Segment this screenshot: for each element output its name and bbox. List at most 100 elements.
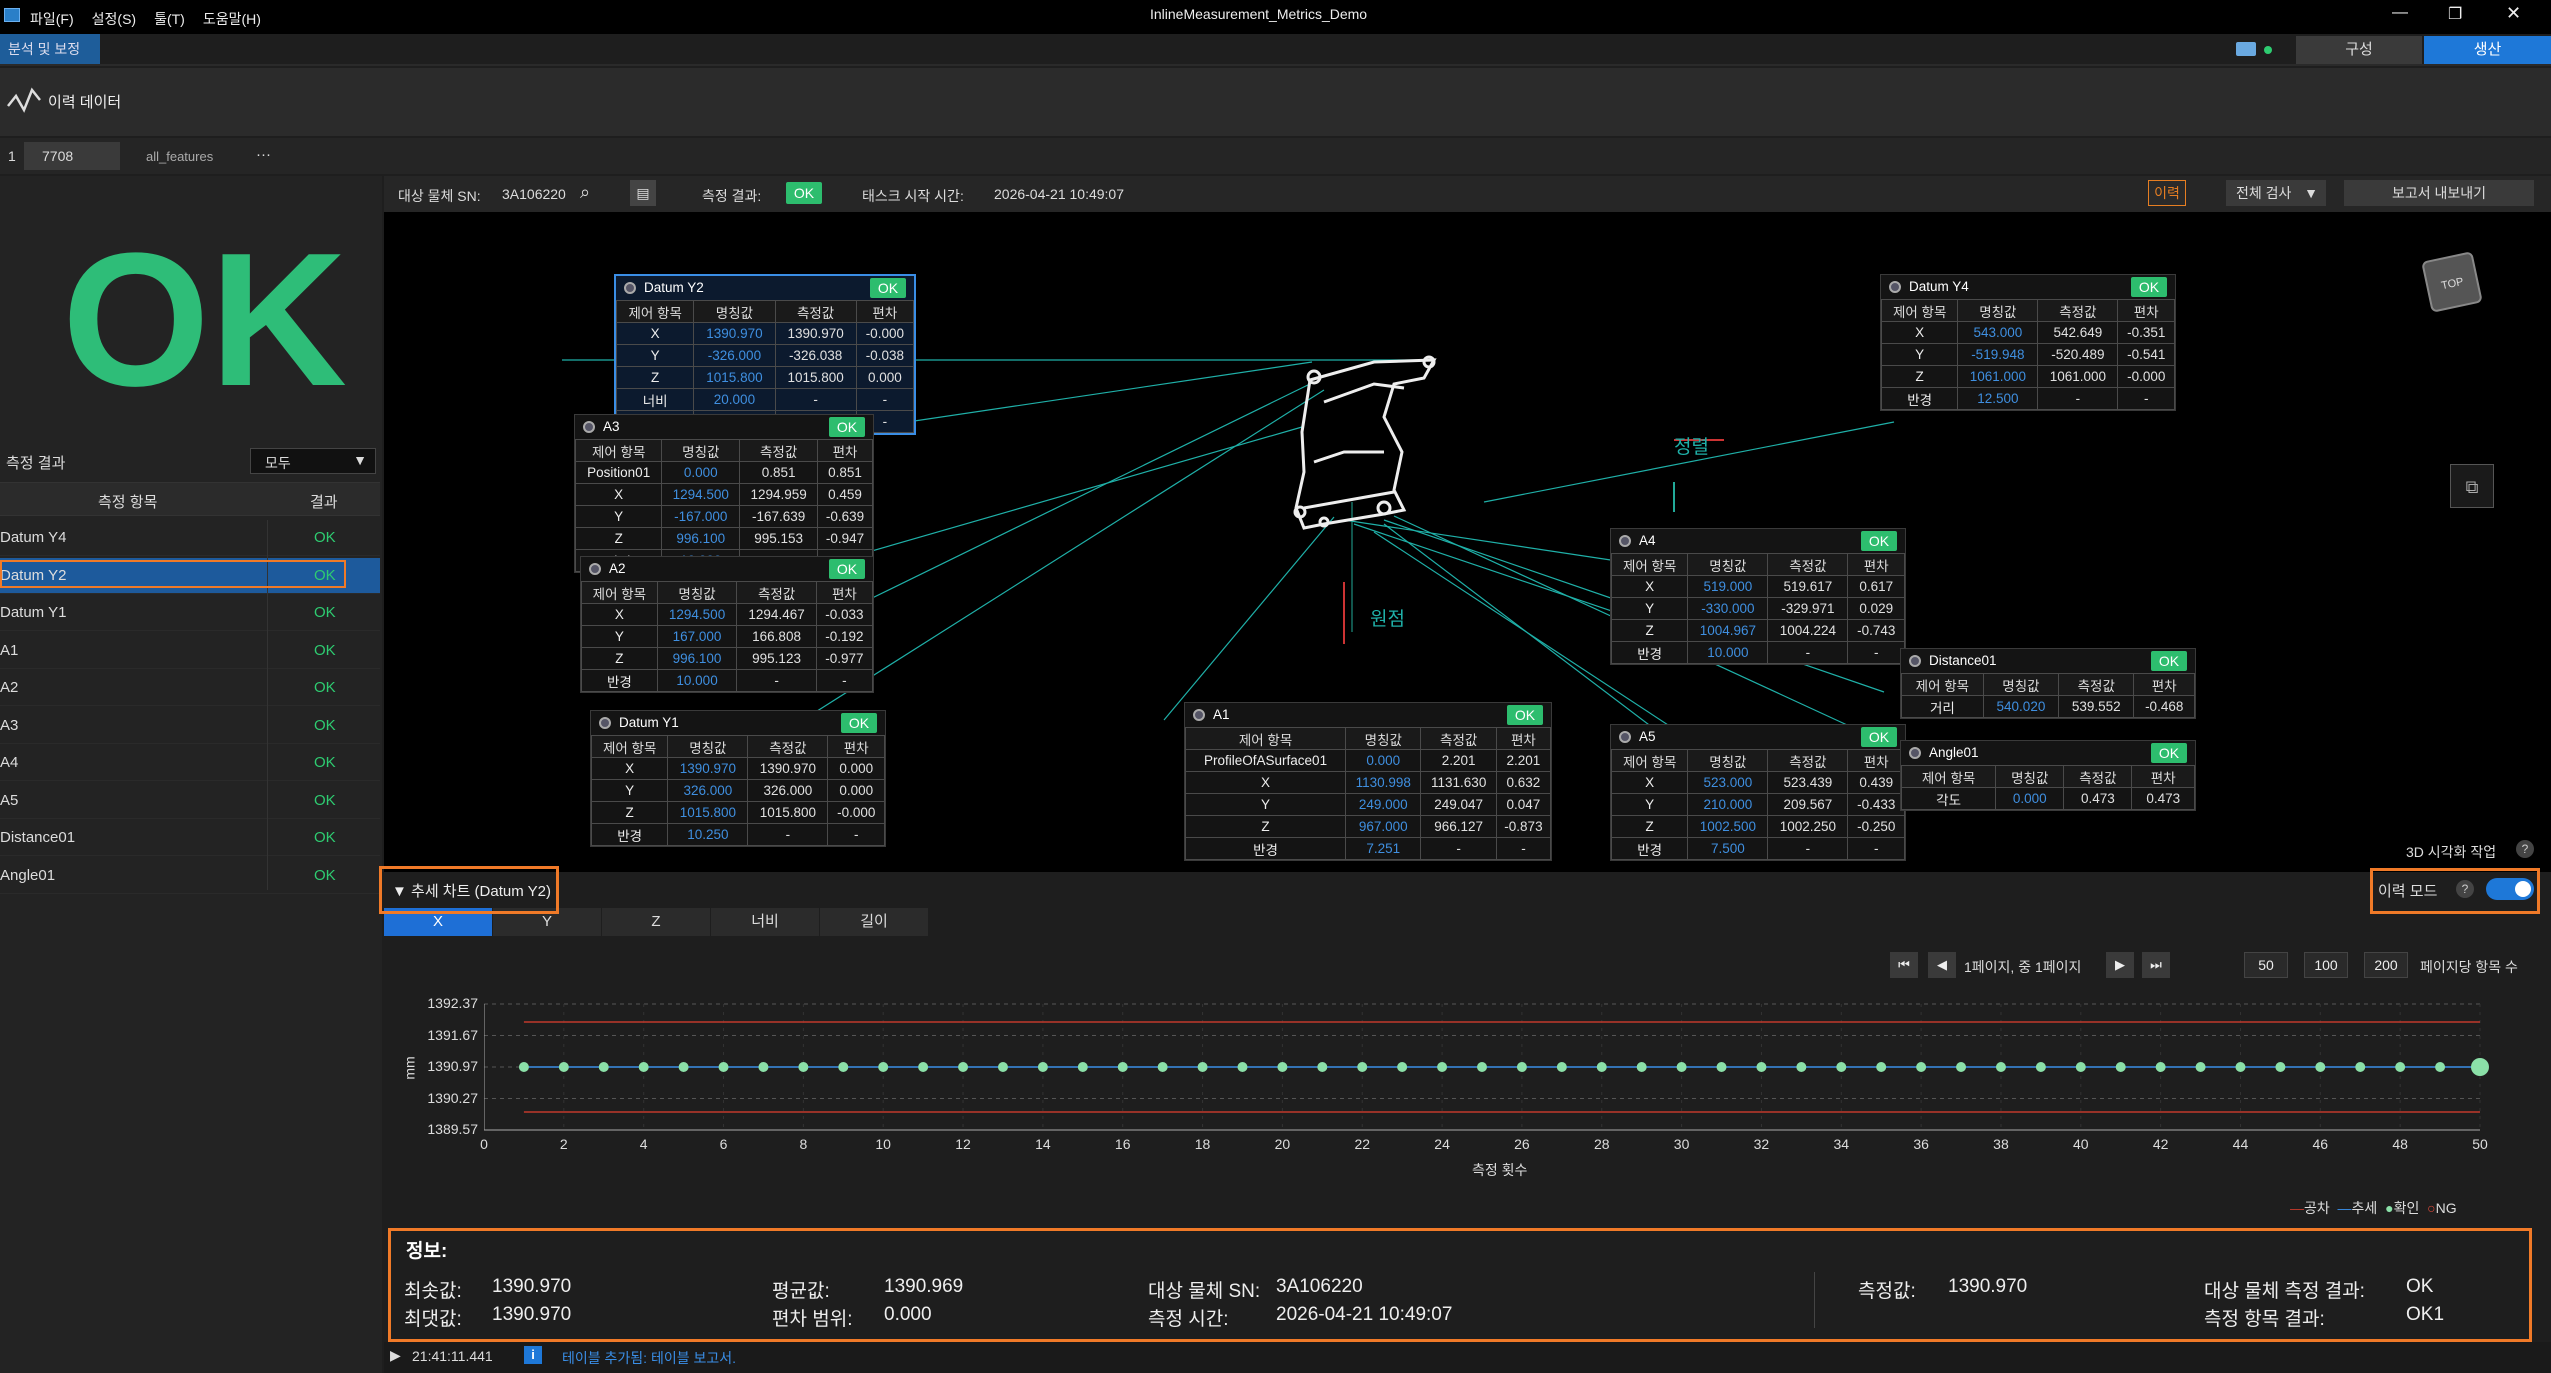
- expand-log-icon[interactable]: ▶: [390, 1347, 401, 1364]
- x-tick-label: 50: [2472, 1136, 2488, 1152]
- mode-tab[interactable]: 분석 및 보정: [0, 34, 100, 64]
- result-row[interactable]: Angle01 OK: [0, 858, 380, 894]
- panel-cell: 542.649: [2037, 321, 2119, 344]
- result-label: 측정 결과:: [702, 188, 762, 204]
- menu-tools[interactable]: 툴(T): [154, 9, 185, 29]
- menu-help[interactable]: 도움말(H): [203, 9, 261, 29]
- menu-settings[interactable]: 설정(S): [92, 9, 136, 29]
- panel-cell: 1294.959: [739, 483, 819, 506]
- panel-cell: 반경: [581, 669, 658, 692]
- panel-row: Y -167.000 -167.639 -0.639: [574, 505, 873, 528]
- data-point: [2435, 1062, 2446, 1072]
- data-point: [518, 1062, 529, 1072]
- tab-config[interactable]: 구성: [2296, 36, 2422, 64]
- page-size-200[interactable]: 200: [2364, 952, 2408, 978]
- result-row-status: OK: [314, 829, 336, 846]
- panel-a1[interactable]: A1 OK 제어 항목 명칭값 측정값 편차 ProfileOfASurface01 0.0…: [1184, 702, 1552, 861]
- panel-cell: 0.473: [2131, 787, 2195, 810]
- result-row[interactable]: A4 OK: [0, 745, 380, 781]
- panel-cell: -: [736, 669, 817, 692]
- result-row-name: A2: [0, 679, 19, 696]
- panel-row: X 1294.500 1294.467 -0.033: [581, 603, 874, 626]
- trend-tab[interactable]: 너비: [711, 908, 819, 936]
- more-button[interactable]: ···: [256, 146, 271, 163]
- panel-datumY2[interactable]: Datum Y2 OK 제어 항목 명칭값 측정값 편차 X 1390.970 1390.97…: [614, 274, 916, 435]
- document-icon[interactable]: ▤: [630, 180, 656, 206]
- data-point: [2275, 1062, 2286, 1072]
- result-badge: OK: [786, 182, 822, 204]
- panel-distance01[interactable]: Distance01 OK 제어 항목 명칭값 측정값 편차 거리 540.020 539.5…: [1900, 648, 2196, 719]
- legend-trend-icon: —: [2337, 1200, 2352, 1216]
- result-row[interactable]: Distance01 OK: [0, 820, 380, 856]
- close-icon[interactable]: ✕: [2506, 3, 2521, 24]
- panel-status-badge: OK: [841, 713, 877, 733]
- result-row[interactable]: Datum Y4 OK: [0, 520, 380, 556]
- panel-a5[interactable]: A5 OK 제어 항목 명칭값 측정값 편차 X 523.000 523.439 0.439 Y 2…: [1610, 724, 1906, 861]
- panel-datumY4[interactable]: Datum Y4 OK 제어 항목 명칭값 측정값 편차 X 543.000 542.649-…: [1880, 274, 2176, 411]
- panel-cell: 209.567: [1767, 793, 1849, 816]
- prev-page-button[interactable]: ◀: [1928, 952, 1956, 978]
- panel-header-cell: 측정값: [747, 735, 829, 758]
- panel-header-cell: 측정값: [739, 439, 819, 462]
- history-button[interactable]: 이력: [2148, 180, 2186, 206]
- panel-cell: X: [1610, 771, 1689, 794]
- result-row[interactable]: Datum Y1 OK: [0, 595, 380, 631]
- panel-a4[interactable]: A4 OK 제어 항목 명칭값 측정값 편차 X 519.000 519.617 0.617 Y -…: [1610, 528, 1906, 665]
- tab-production[interactable]: 생산: [2424, 36, 2551, 64]
- snapshot-icon[interactable]: ⧉: [2450, 464, 2494, 508]
- page-size-100[interactable]: 100: [2304, 952, 2348, 978]
- panel-cell: -0.977: [815, 647, 874, 670]
- panel-title: Distance01: [1929, 653, 1997, 668]
- panel-title: Datum Y2: [644, 280, 704, 295]
- panel-row: Z 1015.800 1015.800 -0.000: [590, 801, 885, 824]
- page-size-50[interactable]: 50: [2244, 952, 2288, 978]
- camera-icon[interactable]: [2236, 42, 2256, 56]
- next-page-button[interactable]: ▶: [2106, 952, 2134, 978]
- panel-header-cell: 측정값: [2058, 673, 2135, 696]
- panel-cell: -326.038: [774, 344, 857, 367]
- panel-a2[interactable]: A2 OK 제어 항목 명칭값 측정값 편차 X 1294.500 1294.467 -0.03…: [580, 556, 874, 693]
- minimize-icon[interactable]: —: [2392, 4, 2408, 22]
- menu-file[interactable]: 파일(F): [30, 9, 74, 29]
- highlight-info: [388, 1228, 2532, 1342]
- result-row[interactable]: A1 OK: [0, 633, 380, 669]
- last-page-button[interactable]: ⏭: [2142, 952, 2170, 978]
- highlight-trend-title: [379, 866, 559, 914]
- trend-tab[interactable]: 길이: [820, 908, 928, 936]
- search-icon[interactable]: ⌕: [580, 182, 590, 203]
- help-icon[interactable]: ?: [2516, 840, 2534, 858]
- panel-header-cell: 명칭값: [661, 439, 741, 462]
- first-page-button[interactable]: ⏮: [1890, 952, 1918, 978]
- panel-a3[interactable]: A3 OK 제어 항목 명칭값 측정값 편차 Position01 0.000 0.851 0.…: [574, 414, 874, 573]
- panel-datumY1[interactable]: Datum Y1 OK 제어 항목 명칭값 측정값 편차 X 1390.970 1390.97…: [590, 710, 886, 847]
- panel-cell: Z: [581, 647, 658, 670]
- panel-status-badge: OK: [1861, 727, 1897, 747]
- panel-cell: -: [1767, 641, 1849, 664]
- panel-cell: 1002.500: [1687, 815, 1769, 838]
- panel-status-badge: OK: [2151, 743, 2187, 763]
- maximize-icon[interactable]: ❐: [2448, 4, 2462, 24]
- data-point: [1516, 1062, 1527, 1072]
- trend-tab[interactable]: Z: [602, 908, 710, 936]
- panel-cell: 540.020: [1982, 695, 2060, 718]
- result-row[interactable]: A3 OK: [0, 708, 380, 744]
- result-row[interactable]: A5 OK: [0, 783, 380, 819]
- x-tick-label: 40: [2073, 1136, 2089, 1152]
- x-tick-label: 38: [1993, 1136, 2009, 1152]
- data-point: [878, 1062, 889, 1072]
- inspect-select[interactable]: 전체 검사 ▼: [2226, 180, 2326, 206]
- feature-icon: [599, 717, 611, 729]
- result-row[interactable]: A2 OK: [0, 670, 380, 706]
- panel-angle01[interactable]: Angle01 OK 제어 항목 명칭값 측정값 편차 각도 0.000 0.473 0.473: [1900, 740, 2196, 811]
- data-point: [638, 1062, 649, 1072]
- view-cube[interactable]: TOP: [2421, 251, 2483, 313]
- panel-cell: Y: [574, 505, 663, 528]
- data-point: [2315, 1062, 2326, 1072]
- filter-select[interactable]: 모두 ▼: [250, 448, 376, 474]
- export-report-button[interactable]: 보고서 내보내기: [2344, 180, 2534, 206]
- panel-cell: 0.473: [2063, 787, 2133, 810]
- panel-cell: 2.201: [1495, 749, 1552, 772]
- panel-cell: 249.000: [1345, 793, 1422, 816]
- panel-cell: -: [1420, 837, 1497, 860]
- panel-row: Z 1015.800 1015.800 0.000: [615, 366, 915, 389]
